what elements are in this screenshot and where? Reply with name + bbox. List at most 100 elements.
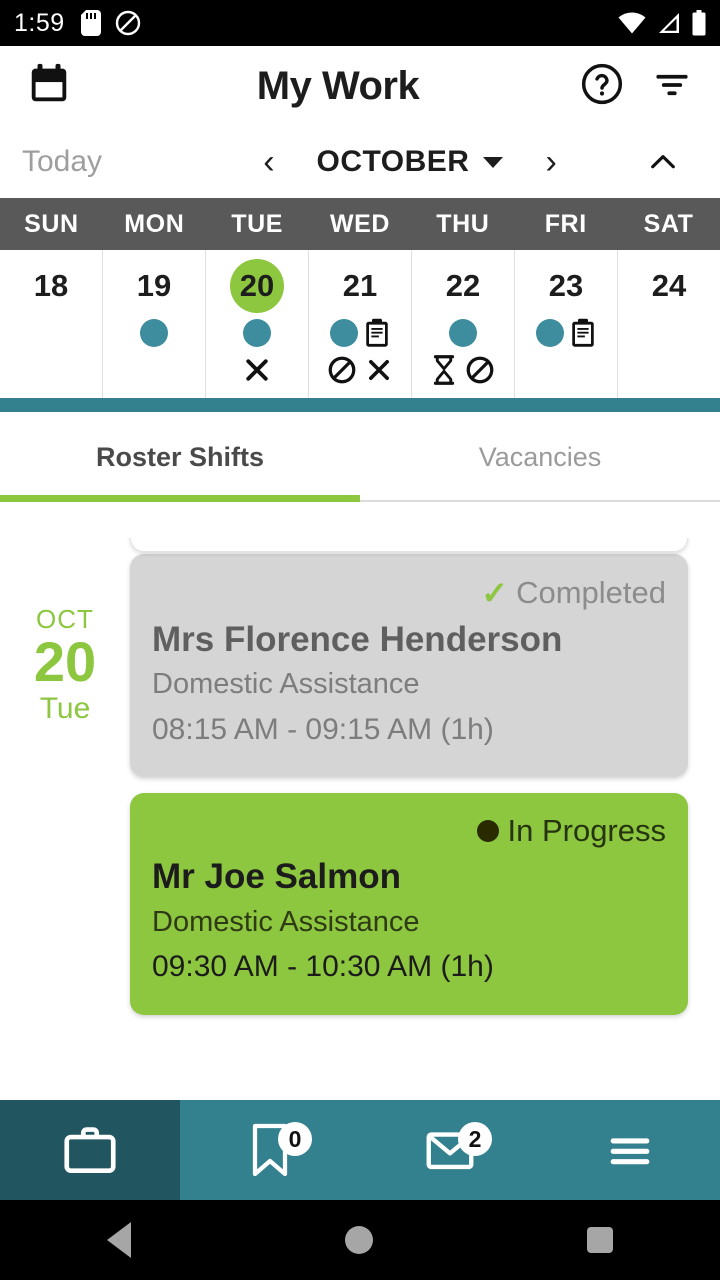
app-bar-right	[580, 62, 694, 111]
shift-client-name: Mrs Florence Henderson	[152, 620, 563, 659]
status-label: Completed	[516, 575, 666, 610]
shift-service-type: Domestic Assistance	[152, 668, 420, 701]
app-bar-left	[26, 61, 96, 112]
calendar-day-20[interactable]: 20	[206, 250, 309, 398]
calendar-day-24[interactable]: 24	[618, 250, 720, 398]
tab-vacancies[interactable]: Vacancies	[360, 412, 720, 502]
previous-month-button[interactable]: ‹	[263, 145, 274, 179]
shift-card-partial-above[interactable]	[130, 538, 688, 552]
month-navigation: Today ‹ OCTOBER ›	[0, 126, 720, 198]
no-entry-icon	[466, 356, 494, 384]
cross-icon	[369, 360, 389, 380]
shift-client-name: Mr Joe Salmon	[152, 857, 401, 897]
shift-dot-icon	[535, 319, 564, 347]
shift-date-day: 20	[33, 630, 97, 694]
app-bar: My Work	[0, 46, 720, 126]
filter-icon[interactable]	[650, 62, 694, 111]
status-badge: In Progress	[152, 813, 666, 849]
bottom-navigation: 0 2	[0, 1100, 720, 1200]
calendar-icon[interactable]	[26, 61, 72, 112]
day-header-fri: FRI	[544, 209, 587, 238]
briefcase-icon	[64, 1127, 116, 1173]
cellular-signal-icon	[659, 13, 679, 33]
active-tab-indicator	[0, 495, 360, 502]
shift-dot-icon	[140, 319, 168, 347]
nav-item-messages[interactable]: 2	[360, 1100, 540, 1200]
shift-card-in-progress[interactable]: In Progress Mr Joe Salmon Domestic Assis…	[130, 793, 688, 1015]
android-navigation-bar	[0, 1200, 720, 1280]
tab-roster-shifts[interactable]: Roster Shifts	[0, 412, 360, 502]
home-circle-icon[interactable]	[345, 1226, 373, 1254]
day-icons-row-1	[243, 315, 271, 351]
day-icons-row-1	[329, 315, 391, 351]
day-icons-row-2	[431, 351, 495, 389]
shift-time-range: 08:15 AM - 09:15 AM (1h)	[152, 712, 494, 746]
shift-date-column: OCT 20 Tue	[0, 554, 130, 777]
day-header-sun: SUN	[24, 209, 79, 238]
page-title: My Work	[256, 63, 420, 108]
day-number: 22	[445, 268, 481, 303]
shift-card-completed[interactable]: ✓ Completed Mrs Florence Henderson Domes…	[130, 554, 688, 778]
shift-dot-icon	[329, 319, 358, 347]
calendar-day-19[interactable]: 19	[103, 250, 206, 398]
status-badge: ✓ Completed	[152, 574, 666, 612]
shift-dot-icon	[243, 319, 271, 347]
status-bar-right-icons	[618, 10, 706, 36]
tab-bar: Roster Shifts Vacancies	[0, 412, 720, 502]
nav-item-work[interactable]	[0, 1100, 180, 1200]
day-number: 18	[33, 268, 69, 303]
day-icons-row-1	[449, 315, 477, 351]
back-triangle-icon[interactable]	[107, 1222, 131, 1258]
shift-list-item[interactable]: In Progress Mr Joe Salmon Domestic Assis…	[0, 793, 720, 1015]
status-bar: 1:59	[0, 0, 720, 46]
day-header-sat: SAT	[643, 209, 694, 238]
shift-date-month: OCT	[36, 604, 94, 634]
shift-service-type: Domestic Assistance	[152, 905, 420, 938]
status-label: In Progress	[507, 813, 666, 849]
messages-badge: 2	[458, 1122, 492, 1156]
month-dropdown[interactable]: OCTOBER	[317, 145, 504, 179]
calendar-day-23[interactable]: 23	[515, 250, 618, 398]
shift-time-range: 09:30 AM - 10:30 AM (1h)	[152, 950, 494, 983]
day-header-thu: THU	[436, 209, 490, 238]
next-month-button[interactable]: ›	[545, 145, 556, 179]
week-strip: 18 19 20 21 22 23 24	[0, 250, 720, 398]
clipboard-icon	[571, 318, 594, 347]
today-button[interactable]: Today	[22, 145, 192, 179]
collapse-calendar-button[interactable]	[628, 143, 698, 181]
shift-date-weekday: Tue	[39, 692, 91, 726]
calendar-day-22[interactable]: 22	[412, 250, 515, 398]
bookmarks-badge: 0	[278, 1122, 312, 1156]
wifi-icon	[618, 12, 646, 34]
status-bar-clock: 1:59	[14, 8, 65, 37]
dot-icon	[477, 820, 500, 843]
check-icon: ✓	[481, 575, 509, 611]
week-day-headers: SUN MON TUE WED THU FRI SAT	[0, 198, 720, 250]
day-icons-row-2	[327, 351, 393, 389]
day-header-mon: MON	[124, 209, 185, 238]
status-bar-left-icons	[80, 10, 141, 36]
shift-dot-icon	[449, 319, 477, 347]
day-number: 23	[548, 268, 584, 303]
day-icons-row-1	[535, 315, 597, 351]
current-month-label: OCTOBER	[316, 145, 470, 178]
day-icons-row-1	[140, 315, 168, 351]
shift-date-column	[0, 793, 130, 1014]
month-selector: ‹ OCTOBER ›	[192, 145, 628, 179]
calendar-day-21[interactable]: 21	[309, 250, 412, 398]
day-number: 24	[651, 268, 687, 303]
help-circle-icon[interactable]	[580, 62, 624, 111]
week-strip-underline	[0, 398, 720, 412]
day-header-tue: TUE	[231, 209, 284, 238]
inactive-tab-divider	[360, 500, 720, 502]
nav-item-bookmarks[interactable]: 0	[180, 1100, 360, 1200]
nav-item-menu[interactable]	[540, 1100, 720, 1200]
clipboard-icon	[365, 318, 388, 347]
recents-square-icon[interactable]	[587, 1227, 613, 1253]
battery-icon	[692, 10, 706, 36]
day-icons-row-2	[242, 351, 272, 389]
shift-list[interactable]: OCT 20 Tue ✓ Completed Mrs Florence Hend…	[0, 538, 720, 1134]
chevron-up-icon	[651, 155, 675, 169]
calendar-day-18[interactable]: 18	[0, 250, 103, 398]
shift-list-item[interactable]: OCT 20 Tue ✓ Completed Mrs Florence Hend…	[0, 554, 720, 778]
